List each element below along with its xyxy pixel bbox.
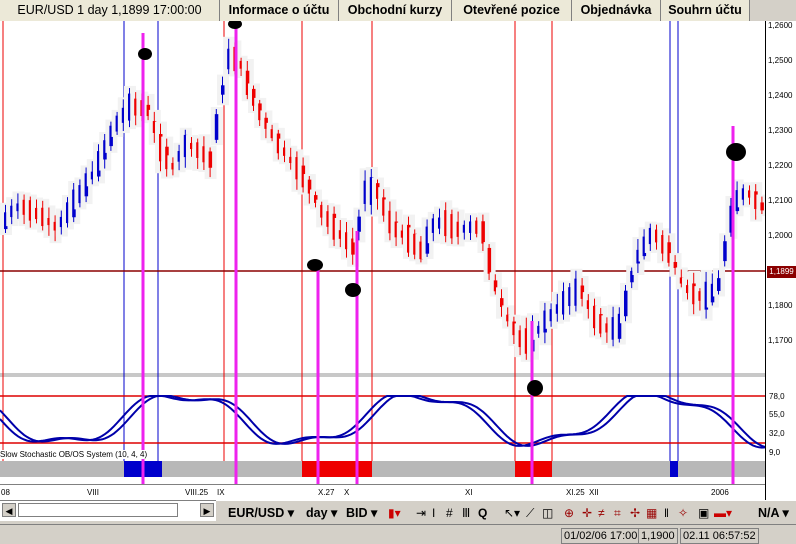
y-tick: 1,2200 [768,161,793,170]
x-tick: 2006 [711,488,729,497]
current-price-label: 1,1899 [767,266,796,278]
gann-icon[interactable]: ✢ [630,506,640,520]
trading-window: EUR/USD 1 day 1,1899 17:00:00 Informace … [0,0,796,544]
candle-body [481,221,485,244]
cycle-icon[interactable]: ▦ [646,506,657,520]
x-tick: XI [465,488,473,497]
symbol-select[interactable]: EUR/USD ▾ [228,505,294,520]
fib-icon[interactable]: ≠ [598,506,605,520]
candle-body [717,278,721,291]
scroll-track[interactable] [18,503,178,517]
tab-chart[interactable]: EUR/USD 1 day 1,1899 17:00:00 [0,0,220,21]
crosshair-icon[interactable]: ✛ [582,506,592,520]
cursor-icon[interactable]: ↖▾ [504,506,520,520]
x-tick: XII [589,488,599,497]
zoom-icon[interactable]: Q [478,506,487,520]
shift-icon[interactable]: ⇥ [416,506,426,520]
chart-scrollbar[interactable]: ◀ ▶ [0,500,216,521]
candle-body [760,202,764,211]
candle-body [624,290,628,317]
y-tick: 1,2100 [768,196,793,205]
candle-body [723,241,727,262]
text-icon[interactable]: ‖ [664,506,669,520]
y-tick: 1,2300 [768,126,793,135]
y-tick: 1,1800 [768,301,793,310]
y-tick: 1,2400 [768,91,793,100]
indicator-label: Slow Stochastic OB/OS System (10, 4, 4) [0,450,148,459]
annotation-blob [527,380,543,396]
status-price: 1,1900 [638,528,678,544]
pane-separator [0,373,765,377]
mode-select[interactable]: N/A ▾ [758,505,789,520]
y-tick: 1,2600 [768,21,793,30]
annotation-blob [138,48,152,60]
signal-marker [670,461,678,477]
annotation-blob [726,143,746,161]
tab-strip-filler [750,0,796,21]
x-tick: XI.25 [566,488,585,497]
indicator-tick: 32,0 [769,429,785,438]
annotation-blob [307,259,323,271]
y-tick: 1,1700 [768,336,793,345]
indicator-tick: 78,0 [769,392,785,401]
candle-style-icon[interactable]: ▮▾ [388,506,401,520]
candle-body [357,216,361,232]
candle-body [673,261,678,269]
candle-body [221,85,225,95]
indicator-tick: 9,0 [769,448,781,457]
signal-marker [302,461,372,477]
zoom-in-icon[interactable]: ⊕ [564,506,574,520]
signal-strip [0,461,765,477]
arrow-icon[interactable]: ✧ [678,506,688,520]
period-select[interactable]: day ▾ [306,505,337,520]
tab-account-summary[interactable]: Souhrn účtu [661,0,750,21]
y-tick: 1,2000 [768,231,793,240]
indicator-tick: 55,0 [769,410,785,419]
tab-trading-rates[interactable]: Obchodní kurzy [339,0,452,21]
draw-line-icon[interactable]: ⟋ [526,506,534,521]
period-separator-icon[interactable]: Ι [432,506,435,520]
status-bar: 01/02/06 17:00 1,1900 02.11 06:57:52 [0,524,796,544]
bars-icon[interactable]: Ⅲ [462,506,470,520]
y-tick: 1,2500 [768,56,793,65]
x-tick: VIII [87,488,100,497]
scroll-right-button[interactable]: ▶ [200,503,214,517]
chart-toolbar: EUR/USD ▾ day ▾ BID ▾ ▮▾ ⇥ Ι # Ⅲ Q ↖▾ ⟋ … [216,500,796,525]
x-tick: 08 [1,488,10,497]
status-clock: 02.11 06:57:52 [680,528,759,544]
candle-body [487,247,492,274]
x-tick: IX [217,488,225,497]
candle-body [214,114,219,140]
price-side-select[interactable]: BID ▾ [346,505,377,520]
tab-open-positions[interactable]: Otevřené pozice [452,0,572,21]
x-tick: X [344,488,350,497]
x-tick: X.27 [318,488,335,497]
price-axis: 1,2600 1,2500 1,2400 1,2300 1,2200 1,210… [765,21,796,505]
template-icon[interactable]: ▣ [698,506,709,520]
color-icon[interactable]: ▬▾ [714,506,732,520]
annotation-blob [345,283,361,297]
candle-body [208,151,213,168]
draw-shape-icon[interactable]: ◫ [542,506,553,520]
tab-order[interactable]: Objednávka [572,0,661,21]
price-chart[interactable] [0,21,765,505]
status-cursor-time: 01/02/06 17:00 [561,528,641,544]
tab-account-info[interactable]: Informace o účtu [220,0,339,21]
channel-icon[interactable]: ⌗ [614,506,621,521]
time-axis: 08 VIII VIII.25 IX X.27 X XI XI.25 XII 2… [0,484,765,501]
scroll-left-button[interactable]: ◀ [2,503,16,517]
x-tick: VIII.25 [185,488,209,497]
grid-icon[interactable]: # [446,506,453,520]
